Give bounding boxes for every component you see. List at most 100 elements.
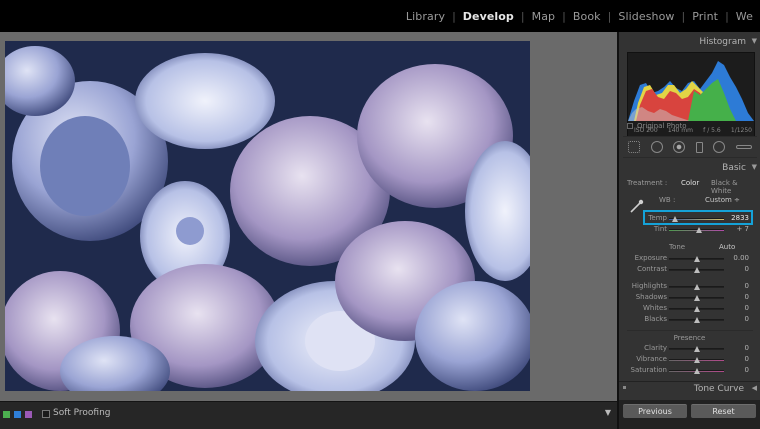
clarity-label: Clarity [644, 344, 667, 352]
blacks-slider[interactable]: Blacks 0 [619, 315, 760, 325]
basic-header[interactable]: Basic ▼ [619, 163, 760, 173]
tint-track[interactable] [669, 227, 724, 233]
reset-button[interactable]: Reset [691, 404, 756, 418]
vibrance-label: Vibrance [636, 355, 667, 363]
red-eye-icon[interactable] [673, 141, 686, 153]
seashells-image [5, 41, 530, 391]
saturation-label: Saturation [630, 366, 668, 374]
collapse-triangle-icon: ◀ [751, 384, 757, 392]
crop-tool-icon[interactable] [628, 141, 641, 153]
auto-tone-button[interactable]: Auto [719, 243, 735, 251]
highlights-label: Highlights [631, 282, 667, 290]
blacks-label: Blacks [644, 315, 667, 323]
soft-proofing-label: Soft Proofing [53, 408, 111, 418]
module-library[interactable]: Library [399, 10, 452, 23]
tint-knob[interactable] [696, 227, 703, 233]
section-divider [627, 330, 753, 331]
color-label-green[interactable] [3, 411, 10, 418]
color-label-purple[interactable] [25, 411, 32, 418]
exif-shutter: 1/1250 [730, 127, 752, 134]
module-book[interactable]: Book [566, 10, 608, 23]
highlights-knob[interactable] [693, 284, 700, 290]
saturation-track[interactable] [669, 368, 724, 374]
spot-removal-icon[interactable] [650, 141, 663, 153]
contrast-slider[interactable]: Contrast 0 [619, 265, 760, 275]
previous-button[interactable]: Previous [623, 404, 687, 418]
exposure-track[interactable] [669, 256, 724, 262]
contrast-value[interactable]: 0 [745, 265, 749, 273]
shadows-track[interactable] [669, 295, 724, 301]
tint-slider[interactable]: Tint + 7 [619, 225, 760, 235]
graduated-filter-icon[interactable] [695, 141, 703, 153]
whites-knob[interactable] [693, 306, 700, 312]
clarity-track[interactable] [669, 346, 724, 352]
vibrance-value[interactable]: 0 [745, 355, 749, 363]
vibrance-track[interactable] [669, 357, 724, 363]
treatment-bw-option[interactable]: Black & White [711, 179, 760, 195]
basic-title: Basic [722, 163, 746, 173]
saturation-slider[interactable]: Saturation 0 [619, 366, 760, 376]
module-picker: Library | Develop | Map | Book | Slidesh… [0, 0, 760, 32]
temp-slider[interactable]: Temp 2833 [619, 214, 760, 224]
shadows-label: Shadows [635, 293, 667, 301]
shadows-slider[interactable]: Shadows 0 [619, 293, 760, 303]
bottom-toolbar: Soft Proofing ▼ [0, 401, 617, 429]
original-photo-label: Original Photo [637, 122, 687, 130]
whites-track[interactable] [669, 306, 724, 312]
contrast-knob[interactable] [693, 267, 700, 273]
tool-strip [623, 136, 757, 158]
clarity-value[interactable]: 0 [745, 344, 749, 352]
tint-value[interactable]: + 7 [736, 225, 749, 233]
clarity-knob[interactable] [693, 346, 700, 352]
exposure-knob[interactable] [693, 256, 700, 262]
tone-curve-header[interactable]: Tone Curve ◀ [619, 381, 760, 395]
panel-bottom-buttons: Previous Reset [619, 400, 760, 429]
collapse-triangle-icon: ▼ [751, 37, 757, 45]
temp-track[interactable] [669, 216, 724, 222]
module-print[interactable]: Print [685, 10, 725, 23]
adjustment-brush-icon[interactable] [735, 145, 752, 149]
radial-filter-icon[interactable] [713, 141, 726, 153]
treatment-label: Treatment : [627, 179, 668, 187]
wb-dropdown[interactable]: Custom ÷ [705, 196, 740, 204]
blacks-knob[interactable] [693, 317, 700, 323]
original-photo-toggle[interactable]: Original Photo [627, 122, 687, 130]
contrast-track[interactable] [669, 267, 724, 273]
tint-label: Tint [653, 225, 667, 233]
saturation-value[interactable]: 0 [745, 366, 749, 374]
shadows-value[interactable]: 0 [745, 293, 749, 301]
whites-slider[interactable]: Whites 0 [619, 304, 760, 314]
presence-heading: Presence [673, 334, 706, 342]
toolbar-menu-icon[interactable]: ▼ [605, 408, 611, 417]
shadows-knob[interactable] [693, 295, 700, 301]
exposure-slider[interactable]: Exposure 0.00 [619, 254, 760, 264]
exposure-value[interactable]: 0.00 [733, 254, 749, 262]
saturation-knob[interactable] [693, 368, 700, 374]
soft-proofing-checkbox[interactable] [42, 410, 50, 418]
module-list: Library | Develop | Map | Book | Slidesh… [399, 0, 760, 32]
vibrance-knob[interactable] [693, 357, 700, 363]
vibrance-slider[interactable]: Vibrance 0 [619, 355, 760, 365]
module-map[interactable]: Map [525, 10, 563, 23]
blacks-value[interactable]: 0 [745, 315, 749, 323]
treatment-color-option[interactable]: Color [681, 179, 699, 187]
panel-toggle-icon[interactable] [623, 386, 626, 389]
exposure-label: Exposure [634, 254, 667, 262]
module-develop[interactable]: Develop [456, 10, 521, 23]
color-label-blue[interactable] [14, 411, 21, 418]
clarity-slider[interactable]: Clarity 0 [619, 344, 760, 354]
histogram-chart-icon [628, 61, 754, 121]
photo-preview[interactable] [5, 41, 530, 391]
temp-value[interactable]: 2833 [731, 214, 749, 222]
highlights-value[interactable]: 0 [745, 282, 749, 290]
highlights-slider[interactable]: Highlights 0 [619, 282, 760, 292]
histogram-header[interactable]: Histogram ▼ [619, 37, 760, 47]
module-web[interactable]: We [729, 10, 760, 23]
original-photo-checkbox[interactable] [627, 123, 633, 129]
temp-knob[interactable] [671, 216, 678, 222]
module-slideshow[interactable]: Slideshow [611, 10, 681, 23]
blacks-track[interactable] [669, 317, 724, 323]
exif-aperture: f / 5.6 [703, 127, 721, 134]
highlights-track[interactable] [669, 284, 724, 290]
whites-value[interactable]: 0 [745, 304, 749, 312]
